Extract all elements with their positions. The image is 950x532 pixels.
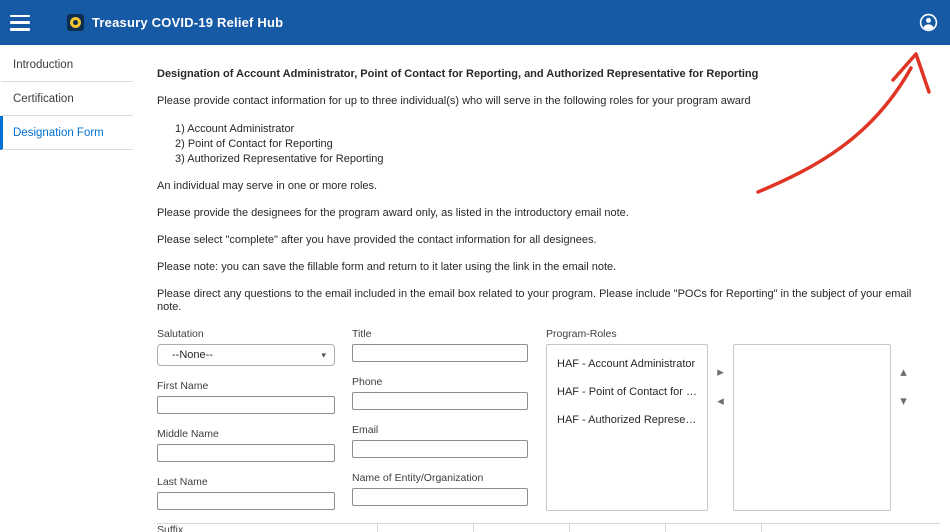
sidebar-item-certification[interactable]: Certification [0,82,133,116]
note-text: Please provide the designees for the pro… [157,207,938,220]
available-roles-listbox[interactable]: HAF - Account Administrator HAF - Point … [546,344,708,511]
hamburger-menu-icon[interactable] [10,15,30,31]
roles-list-item: 3) Authorized Representative for Reporti… [175,152,938,166]
sidebar-item-label: Certification [13,93,74,105]
sidebar-item-label: Designation Form [13,127,104,139]
middle-name-label: Middle Name [157,428,335,441]
role-option[interactable]: HAF - Point of Contact for Reporting [547,383,707,411]
entity-label: Name of Entity/Organization [352,472,528,485]
sidebar: Introduction Certification Designation F… [0,45,133,150]
role-option[interactable]: HAF - Account Administrator [547,355,707,383]
move-left-icon[interactable]: ◂ [717,395,724,408]
email-input[interactable] [352,440,528,458]
app-title: Treasury COVID-19 Relief Hub [92,15,283,30]
program-roles-label: Program-Roles [546,328,938,341]
brand: Treasury COVID-19 Relief Hub [67,14,283,31]
entity-input[interactable] [352,488,528,506]
last-name-label: Last Name [157,476,335,489]
middle-name-input[interactable] [157,444,335,462]
phone-input[interactable] [352,392,528,410]
treasury-logo-icon [67,14,84,31]
salutation-select[interactable]: --None-- ▾ [157,344,335,366]
roles-list-item: 2) Point of Contact for Reporting [175,137,938,151]
sidebar-item-label: Introduction [13,59,73,71]
move-up-icon[interactable]: ▴ [900,366,907,379]
move-down-icon[interactable]: ▾ [900,395,907,408]
title-label: Title [352,328,528,341]
user-avatar-icon[interactable] [919,13,938,32]
page-title: Designation of Account Administrator, Po… [157,68,938,81]
role-option[interactable]: HAF - Authorized Representative fo... [547,411,707,439]
records-table-stub [157,523,940,532]
first-name-label: First Name [157,380,335,393]
email-label: Email [352,424,528,437]
intro-text: Please provide contact information for u… [157,95,938,108]
main-content: Designation of Account Administrator, Po… [155,45,942,532]
note-text: Please direct any questions to the email… [157,288,938,314]
note-text: An individual may serve in one or more r… [157,180,938,193]
sidebar-item-introduction[interactable]: Introduction [0,45,133,82]
title-input[interactable] [352,344,528,362]
move-right-icon[interactable]: ▸ [717,366,724,379]
sidebar-item-designation-form[interactable]: Designation Form [0,116,133,150]
top-bar: Treasury COVID-19 Relief Hub [0,0,950,45]
designation-form: Salutation --None-- ▾ First Name Middle … [157,328,938,532]
program-roles-picker: Program-Roles HAF - Account Administrato… [546,328,938,511]
last-name-input[interactable] [157,492,335,510]
first-name-input[interactable] [157,396,335,414]
roles-list: 1) Account Administrator 2) Point of Con… [157,122,938,166]
salutation-value: --None-- [172,349,213,362]
chevron-down-icon: ▾ [321,351,326,360]
note-text: Please note: you can save the fillable f… [157,261,938,274]
selected-roles-listbox[interactable] [733,344,891,511]
phone-label: Phone [352,376,528,389]
roles-list-item: 1) Account Administrator [175,122,938,136]
note-text: Please select "complete" after you have … [157,234,938,247]
salutation-label: Salutation [157,328,335,341]
